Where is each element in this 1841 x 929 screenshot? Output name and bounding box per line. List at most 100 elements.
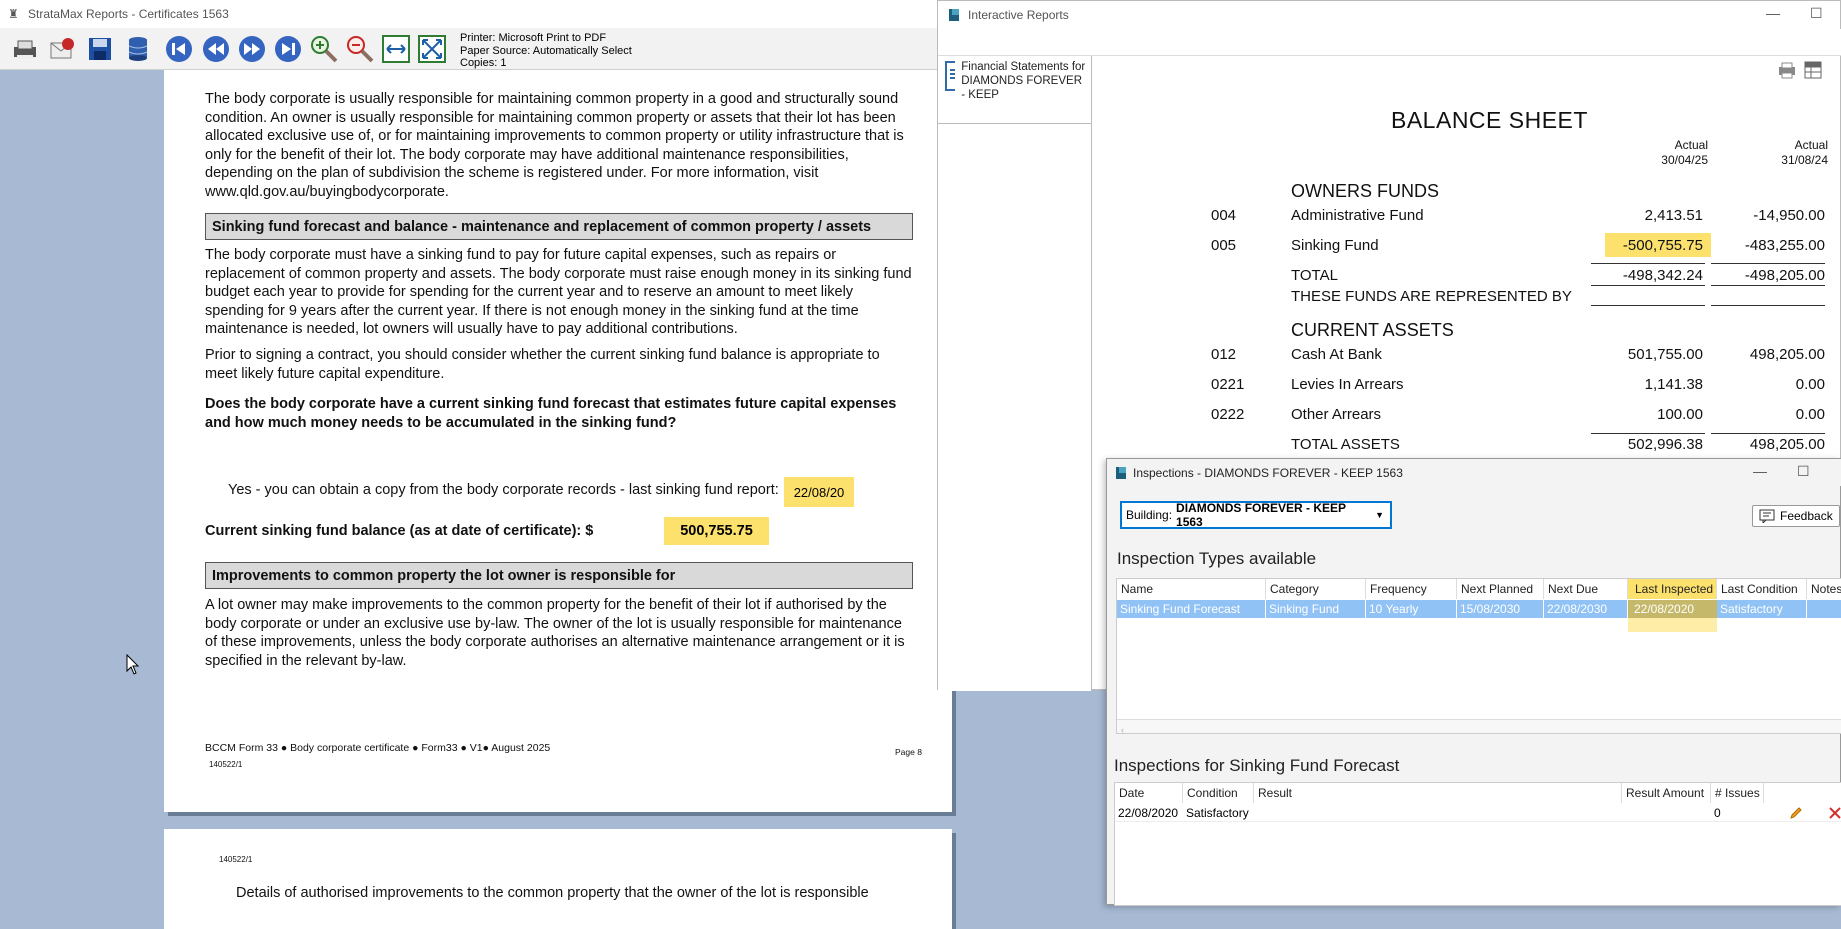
grid-header-issues[interactable]: # Issues <box>1711 783 1764 803</box>
total-assets-prior: 498,205.00 <box>1749 436 1825 453</box>
total-rule-top <box>1591 263 1705 264</box>
cell-condition: Satisfactory <box>1186 806 1249 820</box>
cell-issues: 0 <box>1714 806 1721 820</box>
grid-header-actions <box>1764 783 1841 803</box>
export-excel-icon[interactable] <box>1803 60 1823 80</box>
balance-sheet-title: BALANCE SHEET <box>1391 107 1588 133</box>
row-value-prior[interactable]: -483,255.00 <box>1705 237 1825 254</box>
first-page-icon[interactable] <box>163 33 195 65</box>
col2-header-date: 31/08/24 <box>1781 153 1828 167</box>
zoom-in-icon[interactable] <box>308 33 340 65</box>
fit-width-icon[interactable] <box>380 33 412 65</box>
owners-funds-heading: OWNERS FUNDS <box>1291 181 1439 201</box>
maximize-icon[interactable]: ☐ <box>1797 463 1810 480</box>
inspections-for-heading: Inspections for Sinking Fund Forecast <box>1114 756 1400 775</box>
edit-pencil-icon[interactable] <box>1789 806 1803 820</box>
report-list-item-label: Financial Statements for DIAMONDS FOREVE… <box>961 61 1086 101</box>
cell-next-planned: 15/08/2030 <box>1457 600 1544 618</box>
last-page-icon[interactable] <box>272 33 304 65</box>
sinking-fund-value-current[interactable]: -500,755.75 <box>1583 237 1703 254</box>
row-value-current[interactable]: 501,755.00 <box>1583 346 1703 363</box>
feedback-label: Feedback <box>1780 509 1833 523</box>
inspections-window: Inspections - DIAMONDS FOREVER - KEEP 15… <box>1106 458 1841 906</box>
row-value-prior[interactable]: 498,205.00 <box>1705 346 1825 363</box>
total-assets-label: TOTAL ASSETS <box>1291 436 1400 453</box>
cell-next-due: 22/08/2030 <box>1544 600 1628 618</box>
current-assets-heading: CURRENT ASSETS <box>1291 320 1454 340</box>
inspection-types-heading: Inspection Types available <box>1117 549 1317 568</box>
grid-header-next-due[interactable]: Next Due <box>1544 579 1628 599</box>
improvements-paragraph: A lot owner may make improvements to the… <box>205 597 905 669</box>
forecast-question: Does the body corporate have a current s… <box>205 396 897 431</box>
fit-page-icon[interactable] <box>416 33 448 65</box>
scroll-left-icon[interactable]: ‹ <box>1117 725 1124 735</box>
print-report-icon[interactable] <box>1777 60 1797 80</box>
save-icon[interactable] <box>84 33 116 65</box>
forecast-answer: Yes - you can obtain a copy from the bod… <box>228 482 779 498</box>
page-footer: BCCM Form 33 ● Body corporate certificat… <box>205 742 551 754</box>
row-name[interactable]: Levies In Arrears <box>1291 376 1404 393</box>
building-select[interactable]: Building: DIAMONDS FOREVER - KEEP 1563 ▼ <box>1120 501 1392 529</box>
col1-header-label: Actual <box>1674 138 1708 152</box>
row-name[interactable]: Other Arrears <box>1291 406 1381 423</box>
grid-header-last-inspected[interactable]: Last Inspected <box>1628 579 1717 599</box>
interactive-reports-titlebar: Interactive Reports <box>938 1 1841 29</box>
cell-last-condition: Satisfactory <box>1717 600 1807 618</box>
grid-header-next-planned[interactable]: Next Planned <box>1457 579 1544 599</box>
row-value-current[interactable]: 2,413.51 <box>1583 207 1703 224</box>
total-rule-top <box>1711 263 1825 264</box>
inspections-grid: Date Condition Result Result Amount # Is… <box>1114 782 1841 906</box>
row-name[interactable]: Administrative Fund <box>1291 207 1424 224</box>
last-report-date: 22/08/20 <box>784 477 854 507</box>
row-value-current[interactable]: 1,141.38 <box>1583 376 1703 393</box>
row-value-prior[interactable]: -14,950.00 <box>1705 207 1825 224</box>
horizontal-scrollbar[interactable]: ‹ <box>1117 719 1841 735</box>
feedback-button[interactable]: Feedback <box>1752 505 1840 527</box>
interactive-reports-title: Interactive Reports <box>968 8 1069 22</box>
grid-header-result-amount[interactable]: Result Amount <box>1622 783 1711 803</box>
grid-header-name[interactable]: Name <box>1117 579 1266 599</box>
minimize-icon[interactable]: — <box>1766 5 1780 22</box>
printer-icon[interactable] <box>8 33 40 65</box>
total-value-current: -498,342.24 <box>1622 267 1703 284</box>
grid-header-condition[interactable]: Condition <box>1183 783 1254 803</box>
grid-header-last-condition[interactable]: Last Condition <box>1717 579 1807 599</box>
row-value-current[interactable]: 100.00 <box>1583 406 1703 423</box>
row-name[interactable]: Cash At Bank <box>1291 346 1382 363</box>
report-list-item-financial-statements[interactable]: $ Financial Statements for DIAMONDS FORE… <box>938 56 1092 124</box>
grid-header-result[interactable]: Result <box>1254 783 1622 803</box>
grid-header-notes[interactable]: Notes <box>1807 579 1841 599</box>
delete-icon[interactable] <box>1828 806 1841 820</box>
footer-form-code: Form33 <box>421 742 458 754</box>
previous-page-icon[interactable] <box>200 33 232 65</box>
total-value-prior: -498,205.00 <box>1744 267 1825 284</box>
grid-header-frequency[interactable]: Frequency <box>1366 579 1457 599</box>
cell-last-inspected: 22/08/2020 <box>1628 600 1717 618</box>
total-assets-rule <box>1591 433 1705 434</box>
inspection-type-row[interactable]: Sinking Fund Forecast Sinking Fund 10 Ye… <box>1117 600 1841 618</box>
cell-date: 22/08/2020 <box>1118 806 1179 820</box>
row-value-prior[interactable]: 0.00 <box>1705 376 1825 393</box>
improvements-section-header: Improvements to common property the lot … <box>205 562 913 589</box>
zoom-out-icon[interactable] <box>344 33 376 65</box>
stratamax-window-title: StrataMax Reports - Certificates 1563 <box>28 7 229 21</box>
row-name[interactable]: Sinking Fund <box>1291 237 1379 254</box>
next-page-icon[interactable] <box>236 33 268 65</box>
footer-version: V1 <box>469 742 483 754</box>
cell-category: Sinking Fund <box>1266 600 1366 618</box>
email-icon[interactable] <box>46 33 78 65</box>
grid-header-date[interactable]: Date <box>1115 783 1183 803</box>
row-value-prior[interactable]: 0.00 <box>1705 406 1825 423</box>
inspection-row[interactable]: 22/08/2020 Satisfactory 0 <box>1115 804 1841 822</box>
cell-result-amount <box>1622 804 1711 822</box>
database-icon[interactable] <box>122 33 154 65</box>
minimize-icon[interactable]: — <box>1753 463 1767 480</box>
maximize-icon[interactable]: ☐ <box>1810 5 1823 22</box>
row-code: 0222 <box>1211 406 1245 423</box>
cell-result <box>1254 804 1622 822</box>
row-code: 0221 <box>1211 376 1245 393</box>
printer-info: Printer: Microsoft Print to PDF Paper So… <box>460 32 632 70</box>
grid-header-category[interactable]: Category <box>1266 579 1366 599</box>
inspections-title: Inspections - DIAMONDS FOREVER - KEEP 15… <box>1133 465 1403 480</box>
building-select-label: Building: <box>1126 508 1173 522</box>
